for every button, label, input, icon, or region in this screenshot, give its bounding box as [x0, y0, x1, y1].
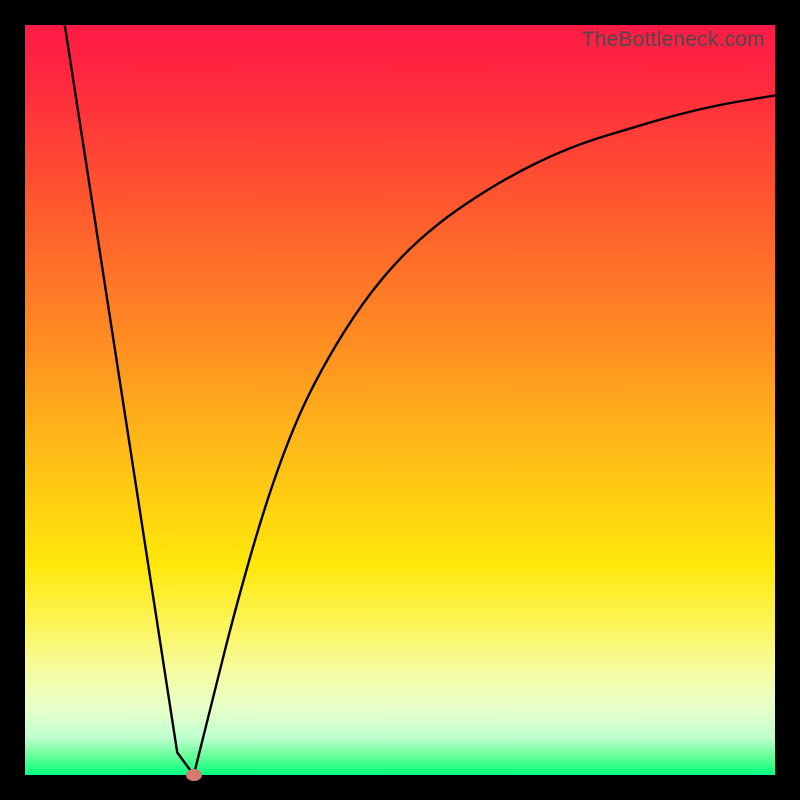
- bottleneck-curve: [25, 25, 775, 775]
- optimum-marker: [186, 769, 202, 781]
- chart-plot-area: TheBottleneck.com: [25, 25, 775, 775]
- curve-path: [65, 25, 775, 775]
